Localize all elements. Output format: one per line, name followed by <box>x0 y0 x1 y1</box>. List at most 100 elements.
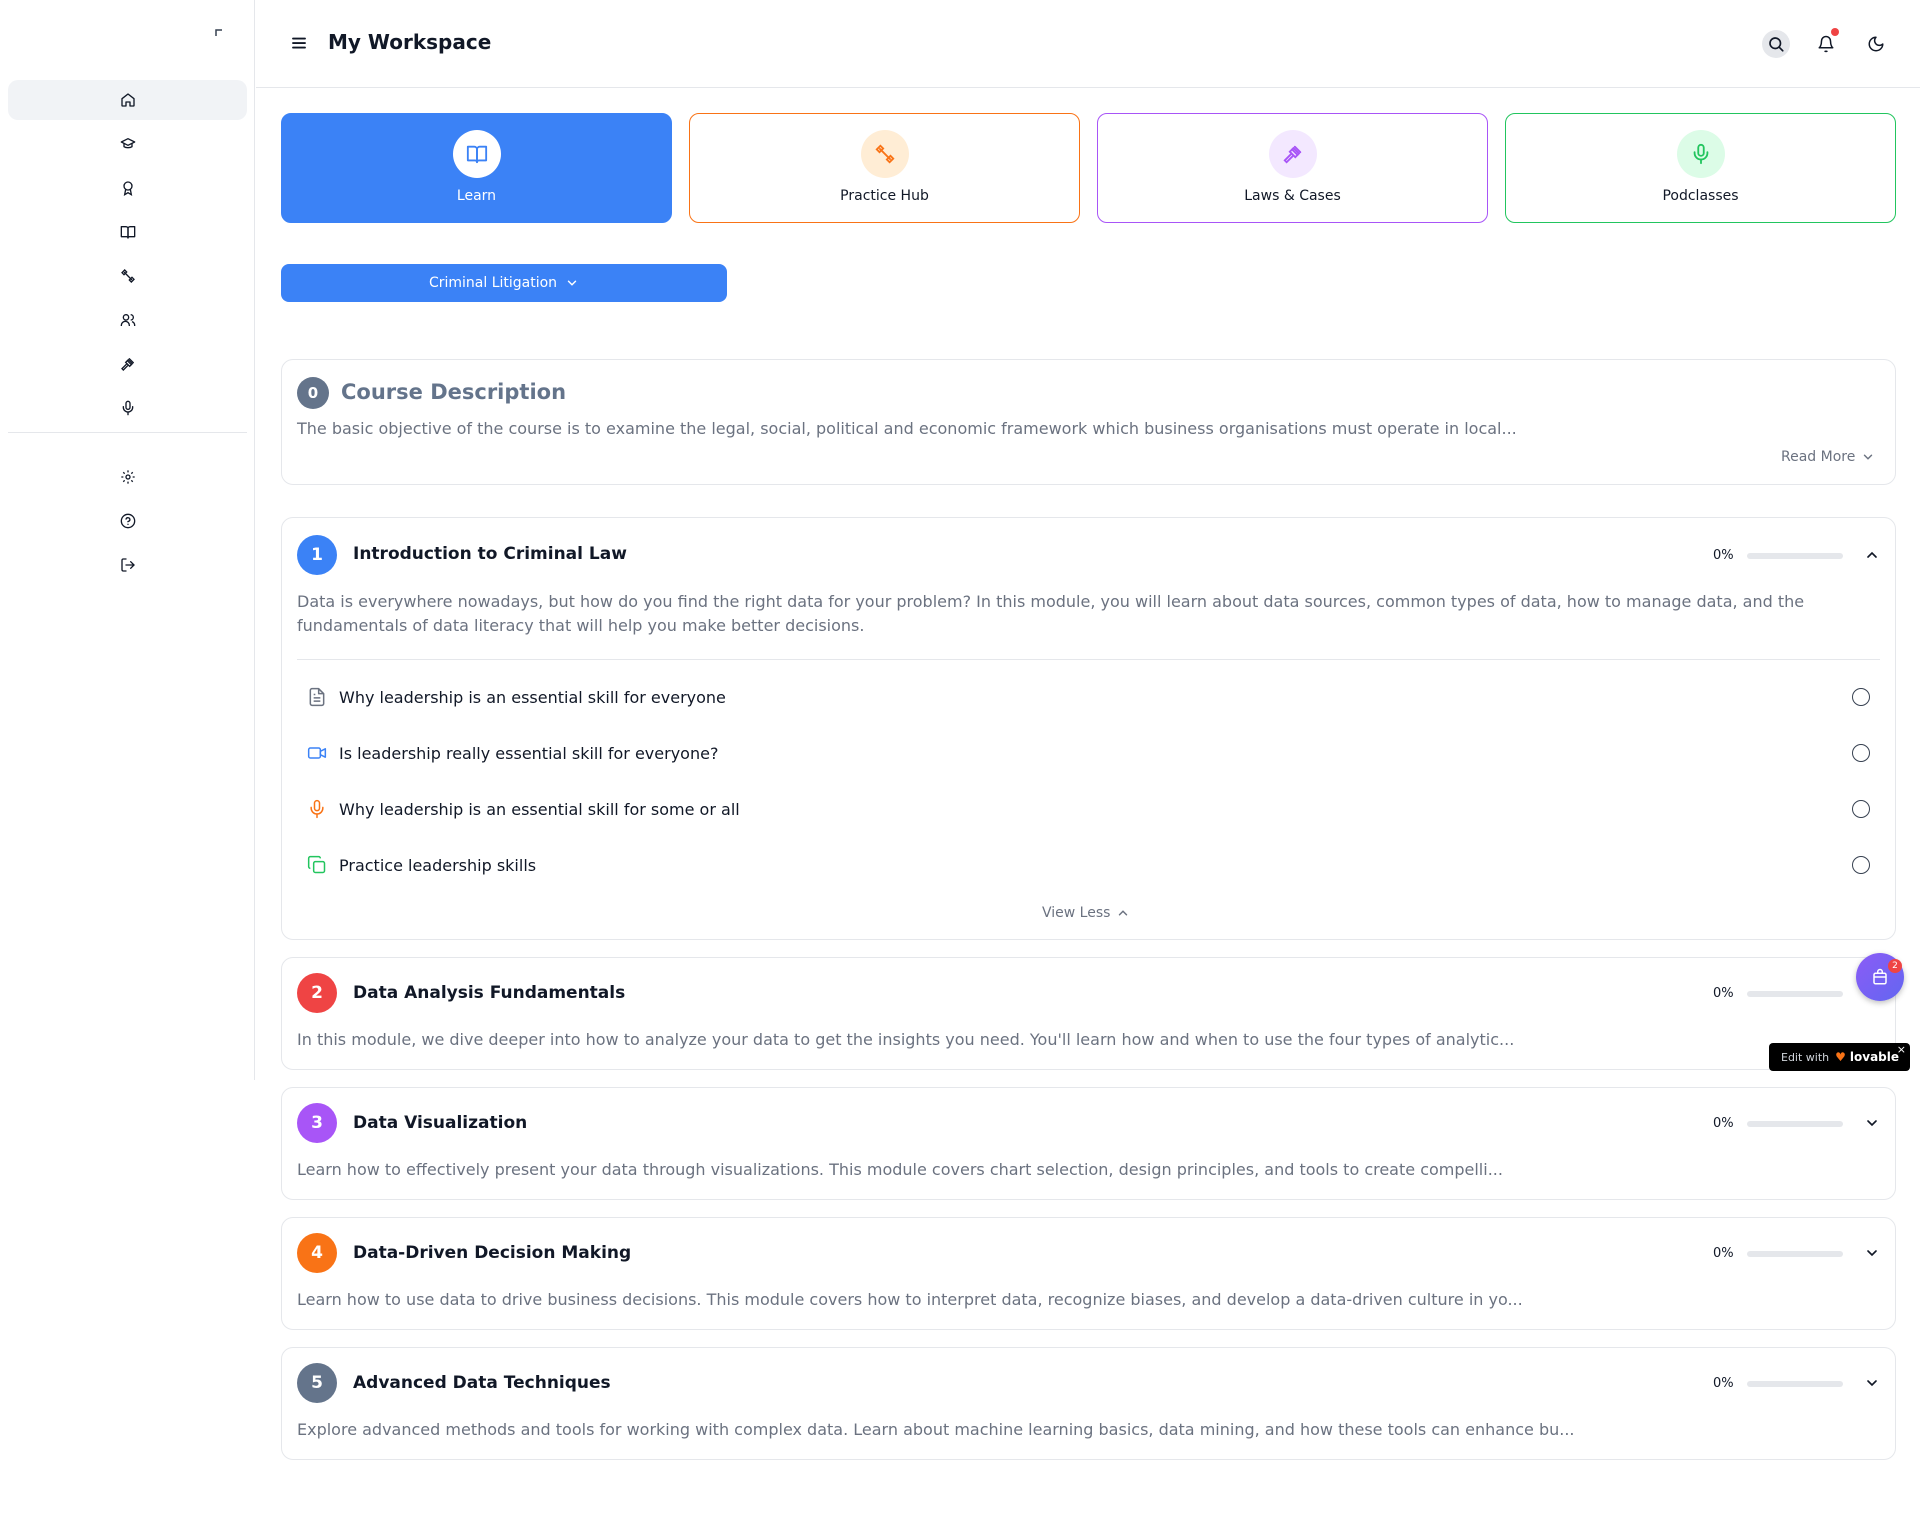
users-icon <box>120 314 135 326</box>
tile-podclasses[interactable]: Podclasses <box>1505 113 1896 223</box>
graduation-cap-icon <box>120 138 135 149</box>
copy-icon <box>307 855 326 874</box>
sidebar-bottom-nav <box>8 457 247 589</box>
lesson-complete-radio[interactable] <box>1852 744 1870 762</box>
module-number-badge: 3 <box>297 1103 337 1143</box>
sidebar-item-laws[interactable] <box>8 344 247 384</box>
view-less-label: View Less <box>1042 905 1111 921</box>
tile-label: Laws & Cases <box>1244 188 1341 204</box>
read-more-button[interactable]: Read More <box>1781 449 1875 465</box>
bell-icon <box>1818 35 1834 53</box>
description-text: The basic objective of the course is to … <box>297 419 1517 438</box>
fab-count-badge: 2 <box>1888 959 1902 973</box>
gavel-icon <box>120 358 134 371</box>
module-progress-bar <box>1747 1251 1843 1257</box>
tile-label: Learn <box>456 188 497 204</box>
bag-icon <box>1873 968 1887 985</box>
tile-laws-cases[interactable]: Laws & Cases <box>1097 113 1488 223</box>
lesson-complete-radio[interactable] <box>1852 688 1870 706</box>
chevron-down-icon[interactable] <box>1864 1245 1880 1261</box>
chevron-up-icon[interactable] <box>1864 547 1880 563</box>
tile-learn[interactable]: Learn <box>281 113 672 223</box>
sidebar-item-settings[interactable] <box>8 457 247 497</box>
module-title[interactable]: Data Visualization <box>353 1113 527 1133</box>
mic-icon <box>310 799 324 819</box>
module-card-3: 3 Data Visualization 0% Learn how to eff… <box>281 1087 1896 1200</box>
module-progress-text: 0% <box>1713 1376 1734 1391</box>
theme-toggle-button[interactable] <box>1862 30 1890 58</box>
module-description: Explore advanced methods and tools for w… <box>297 1420 1575 1439</box>
floating-action-button[interactable]: 2 <box>1856 953 1904 1001</box>
video-icon <box>307 747 327 759</box>
read-more-label: Read More <box>1781 449 1856 465</box>
lesson-title: Why leadership is an essential skill for… <box>339 687 726 707</box>
notification-dot <box>1831 28 1839 36</box>
gavel-icon <box>1282 145 1301 164</box>
menu-icon[interactable] <box>290 34 308 52</box>
lesson-complete-radio[interactable] <box>1852 800 1870 818</box>
sidebar-item-help[interactable] <box>8 501 247 541</box>
module-progress-text: 0% <box>1713 1246 1734 1261</box>
chevron-up-icon <box>1119 910 1128 916</box>
module-progress-text: 0% <box>1713 986 1734 1001</box>
tile-label: Podclasses <box>1662 188 1739 204</box>
module-divider <box>297 659 1880 660</box>
sidebar-item-logout[interactable] <box>8 545 247 585</box>
home-icon <box>120 93 135 107</box>
category-tiles: Learn Practice Hub Laws & Cases Podclass… <box>281 113 1896 223</box>
tile-laws-icon-wrap <box>1268 130 1317 178</box>
book-open-icon <box>466 145 487 164</box>
module-number-badge: 4 <box>297 1233 337 1273</box>
award-icon <box>122 181 133 196</box>
search-button[interactable] <box>1762 30 1790 58</box>
heart-icon: ♥ <box>1835 1050 1846 1064</box>
collapse-corner-icon[interactable] <box>214 27 224 37</box>
lesson-item[interactable]: Why leadership is an essential skill for… <box>307 797 1870 821</box>
description-title: Course Description <box>341 380 567 404</box>
sidebar <box>0 0 255 1080</box>
module-number-badge: 5 <box>297 1363 337 1403</box>
tile-practice-icon-wrap <box>860 130 909 178</box>
chevron-down-icon[interactable] <box>1864 1375 1880 1391</box>
lesson-complete-radio[interactable] <box>1852 856 1870 874</box>
sidebar-item-podclasses[interactable] <box>8 388 247 428</box>
notifications-button[interactable] <box>1812 28 1840 58</box>
course-select-value: Criminal Litigation <box>428 275 558 291</box>
mic-icon <box>122 400 133 416</box>
chevron-down-icon <box>567 280 577 286</box>
moon-icon <box>1868 36 1884 52</box>
module-description: Data is everywhere nowadays, but how do … <box>297 592 1805 635</box>
sidebar-item-community[interactable] <box>8 300 247 340</box>
tile-practice-hub[interactable]: Practice Hub <box>689 113 1080 223</box>
sidebar-item-courses[interactable] <box>8 124 247 164</box>
module-title[interactable]: Advanced Data Techniques <box>353 1373 611 1393</box>
course-description-card: 0 Course Description The basic objective… <box>281 359 1896 485</box>
mic-icon <box>1693 143 1708 165</box>
sidebar-item-achievements[interactable] <box>8 168 247 208</box>
module-progress-bar <box>1747 991 1843 997</box>
lesson-item[interactable]: Practice leadership skills <box>307 853 1870 877</box>
module-card-2: 2 Data Analysis Fundamentals 0% In this … <box>281 957 1896 1070</box>
view-less-button[interactable]: View Less <box>1042 905 1130 921</box>
dumbbell-icon <box>120 269 135 283</box>
close-icon[interactable]: × <box>1897 1043 1906 1056</box>
tile-learn-icon-wrap <box>452 130 501 178</box>
top-header: My Workspace <box>256 0 1920 88</box>
sidebar-item-home[interactable] <box>8 80 247 120</box>
sidebar-item-practice[interactable] <box>8 256 247 296</box>
edit-with-lovable-badge[interactable]: Edit with ♥ lovable × <box>1769 1043 1910 1071</box>
module-title[interactable]: Data Analysis Fundamentals <box>353 983 625 1003</box>
lesson-item[interactable]: Why leadership is an essential skill for… <box>307 685 1870 709</box>
module-title[interactable]: Data-Driven Decision Making <box>353 1243 631 1263</box>
module-number-badge: 1 <box>297 535 337 575</box>
logout-icon <box>120 558 135 572</box>
chevron-down-icon[interactable] <box>1864 1115 1880 1131</box>
description-number-badge: 0 <box>297 377 329 409</box>
course-select[interactable]: Criminal Litigation <box>281 264 727 302</box>
sidebar-item-library[interactable] <box>8 212 247 252</box>
module-title[interactable]: Introduction to Criminal Law <box>353 544 627 564</box>
chevron-down-icon <box>1864 454 1873 460</box>
module-number-badge: 2 <box>297 973 337 1013</box>
sidebar-divider <box>8 432 247 433</box>
lesson-item[interactable]: Is leadership really essential skill for… <box>307 741 1870 765</box>
